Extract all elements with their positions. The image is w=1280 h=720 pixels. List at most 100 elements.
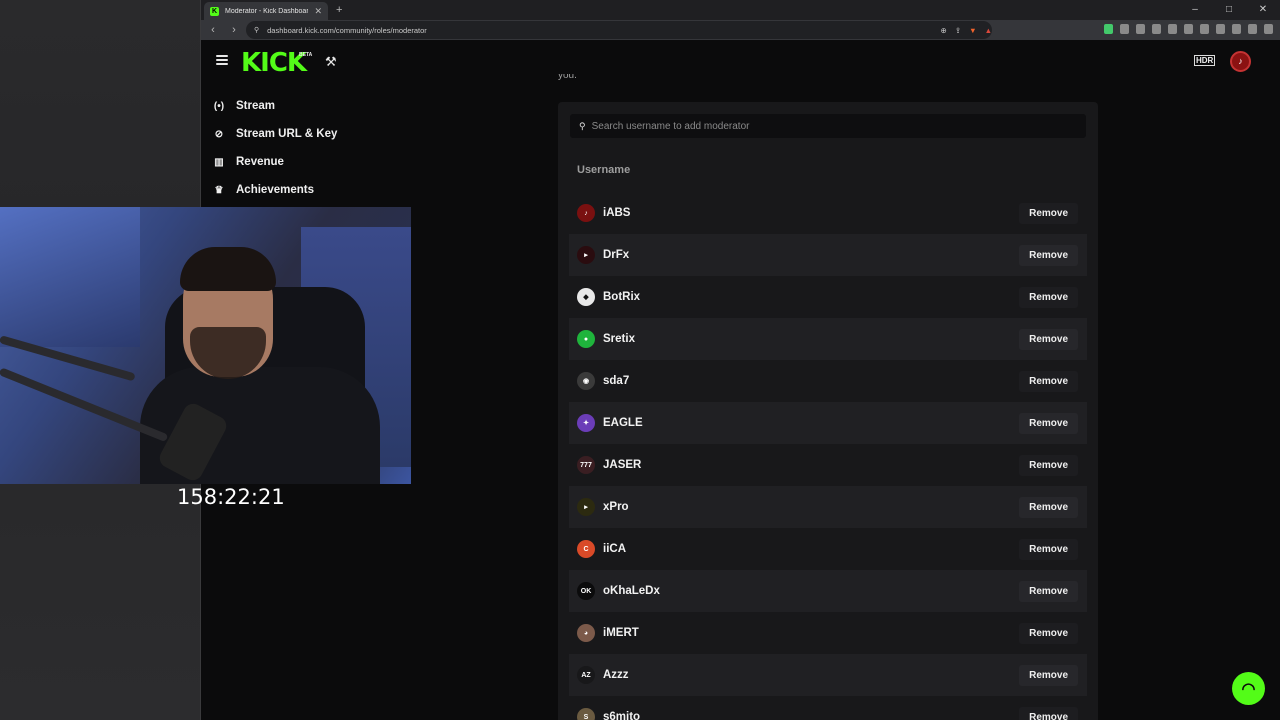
- hdr-badge[interactable]: HDR: [1194, 55, 1216, 66]
- search-input[interactable]: [591, 120, 1086, 132]
- remove-moderator-button[interactable]: Remove: [1019, 412, 1078, 434]
- site-info-icon[interactable]: ⚲: [254, 26, 259, 34]
- sidebar-item-achievements[interactable]: ♛ Achievements: [201, 176, 401, 204]
- sidebar-item-label: Revenue: [236, 156, 284, 168]
- remove-moderator-button[interactable]: Remove: [1019, 370, 1078, 392]
- browser-tab[interactable]: K Moderator - Kick Dashboard ✕: [204, 2, 328, 20]
- maximize-button[interactable]: □: [1212, 0, 1246, 20]
- close-window-button[interactable]: ✕: [1246, 0, 1280, 20]
- extension-icon[interactable]: [1184, 24, 1193, 34]
- remove-moderator-button[interactable]: Remove: [1019, 328, 1078, 350]
- address-bar[interactable]: ⚲ dashboard.kick.com/community/roles/mod…: [246, 21, 992, 39]
- moderator-avatar: ▸: [577, 246, 595, 264]
- moderator-avatar: ✦: [577, 414, 595, 432]
- link-icon: ⊘: [214, 128, 224, 140]
- search-bar[interactable]: ⚲: [570, 114, 1086, 138]
- remove-moderator-button[interactable]: Remove: [1019, 580, 1078, 602]
- remove-moderator-button[interactable]: Remove: [1019, 496, 1078, 518]
- screen: K Moderator - Kick Dashboard ✕ + – □ ✕ ‹…: [0, 0, 1280, 720]
- extension-icon[interactable]: [1104, 24, 1113, 34]
- remove-moderator-button[interactable]: Remove: [1019, 664, 1078, 686]
- zoom-icon[interactable]: ⊕: [941, 26, 947, 35]
- sidebar-item-stream[interactable]: (•) Stream: [201, 92, 401, 120]
- moderator-avatar: 777: [577, 456, 595, 474]
- extension-icon[interactable]: [1264, 24, 1273, 34]
- moderator-username: Azzz: [603, 669, 629, 681]
- webcam-overlay: [0, 207, 411, 484]
- tab-title: Moderator - Kick Dashboard: [225, 7, 309, 15]
- sidebar-item-label: Stream: [236, 100, 275, 112]
- moderator-username: JASER: [603, 459, 642, 471]
- moderator-row: ▸ xPro Remove: [569, 486, 1087, 528]
- kick-logo[interactable]: KICK: [241, 48, 307, 78]
- sidebar-item-label: Achievements: [236, 184, 314, 196]
- moderator-username: iMERT: [603, 627, 639, 639]
- streamer-hair: [180, 247, 276, 291]
- moderator-username: DrFx: [603, 249, 630, 261]
- dashboard-header: KICK BETA ⚒ HDR ♪: [201, 40, 1280, 84]
- remove-moderator-button[interactable]: Remove: [1019, 622, 1078, 644]
- moderator-row: ✦ EAGLE Remove: [569, 402, 1087, 444]
- chart-icon: ▥: [214, 156, 224, 168]
- moderator-avatar: ◉: [577, 372, 595, 390]
- moderator-row: CiiCA Remove: [569, 528, 1087, 570]
- extensions-bar: [1104, 24, 1280, 34]
- extension-icon[interactable]: [1216, 24, 1225, 34]
- background-wall: [0, 207, 140, 347]
- url-text: dashboard.kick.com/community/roles/moder…: [267, 25, 427, 35]
- moderator-username: iABS: [603, 207, 631, 219]
- share-icon[interactable]: ⇪: [955, 26, 961, 35]
- menu-icon[interactable]: [216, 55, 228, 65]
- beta-label: BETA: [299, 52, 313, 58]
- forward-icon[interactable]: ›: [228, 24, 240, 36]
- tab-strip: K Moderator - Kick Dashboard ✕ + – □ ✕: [201, 0, 1280, 20]
- broadcast-icon: (•): [213, 100, 225, 112]
- search-icon: ⚲: [579, 120, 586, 131]
- moderator-username: Sretix: [603, 333, 635, 345]
- moderator-avatar: OK: [577, 582, 595, 600]
- sidebar-item-stream-url-key[interactable]: ⊘ Stream URL & Key: [201, 120, 401, 148]
- tab-close-icon[interactable]: ✕: [314, 6, 322, 17]
- rewards-icon[interactable]: ▲: [985, 26, 992, 35]
- moderator-list: ♪ iABS Remove ▸ DrFx Remove ◆ BotRix Remove ● Sret…: [569, 192, 1087, 720]
- moderator-row: ▸ DrFx Remove: [569, 234, 1087, 276]
- username-column-header: Username: [577, 164, 631, 176]
- moderator-username: BotRix: [603, 291, 641, 303]
- sidebar: (•) Stream ⊘ Stream URL & Key ▥ Revenue …: [201, 92, 401, 204]
- remove-moderator-button[interactable]: Remove: [1019, 454, 1078, 476]
- trophy-icon: ♛: [214, 184, 224, 196]
- minimize-button[interactable]: –: [1178, 0, 1212, 20]
- kick-favicon-icon: K: [210, 6, 219, 16]
- remove-moderator-button[interactable]: Remove: [1019, 202, 1078, 224]
- window-controls: – □ ✕: [1178, 0, 1280, 20]
- remove-moderator-button[interactable]: Remove: [1019, 286, 1078, 308]
- moderator-avatar: C: [577, 540, 595, 558]
- moderator-avatar: S: [577, 708, 595, 720]
- extension-icon[interactable]: [1168, 24, 1177, 34]
- remove-moderator-button[interactable]: Remove: [1019, 538, 1078, 560]
- new-tab-button[interactable]: +: [336, 4, 342, 16]
- moderator-avatar: ◕: [577, 624, 595, 642]
- moderator-row: ♪ iABS Remove: [569, 192, 1087, 234]
- sidebar-item-revenue[interactable]: ▥ Revenue: [201, 148, 401, 176]
- support-chat-button[interactable]: ◠: [1232, 672, 1265, 705]
- moderator-row: 777 JASER Remove: [569, 444, 1087, 486]
- extension-icon[interactable]: [1136, 24, 1145, 34]
- extension-icon[interactable]: [1200, 24, 1209, 34]
- hammer-icon[interactable]: ⚒: [325, 54, 337, 70]
- brave-shield-icon[interactable]: ▼: [969, 26, 976, 35]
- back-icon[interactable]: ‹: [207, 24, 219, 36]
- extension-icon[interactable]: [1152, 24, 1161, 34]
- sidebar-item-label: Stream URL & Key: [236, 128, 338, 140]
- extension-icon[interactable]: [1248, 24, 1257, 34]
- moderator-avatar: ●: [577, 330, 595, 348]
- headset-icon: ◠: [1241, 680, 1256, 698]
- moderator-avatar: ◆: [577, 288, 595, 306]
- remove-moderator-button[interactable]: Remove: [1019, 706, 1078, 720]
- extension-icon[interactable]: [1120, 24, 1129, 34]
- user-avatar[interactable]: ♪: [1230, 51, 1251, 72]
- stream-timer: 158:22:21: [177, 485, 285, 509]
- extension-icon[interactable]: [1232, 24, 1241, 34]
- moderator-row: AZ Azzz Remove: [569, 654, 1087, 696]
- remove-moderator-button[interactable]: Remove: [1019, 244, 1078, 266]
